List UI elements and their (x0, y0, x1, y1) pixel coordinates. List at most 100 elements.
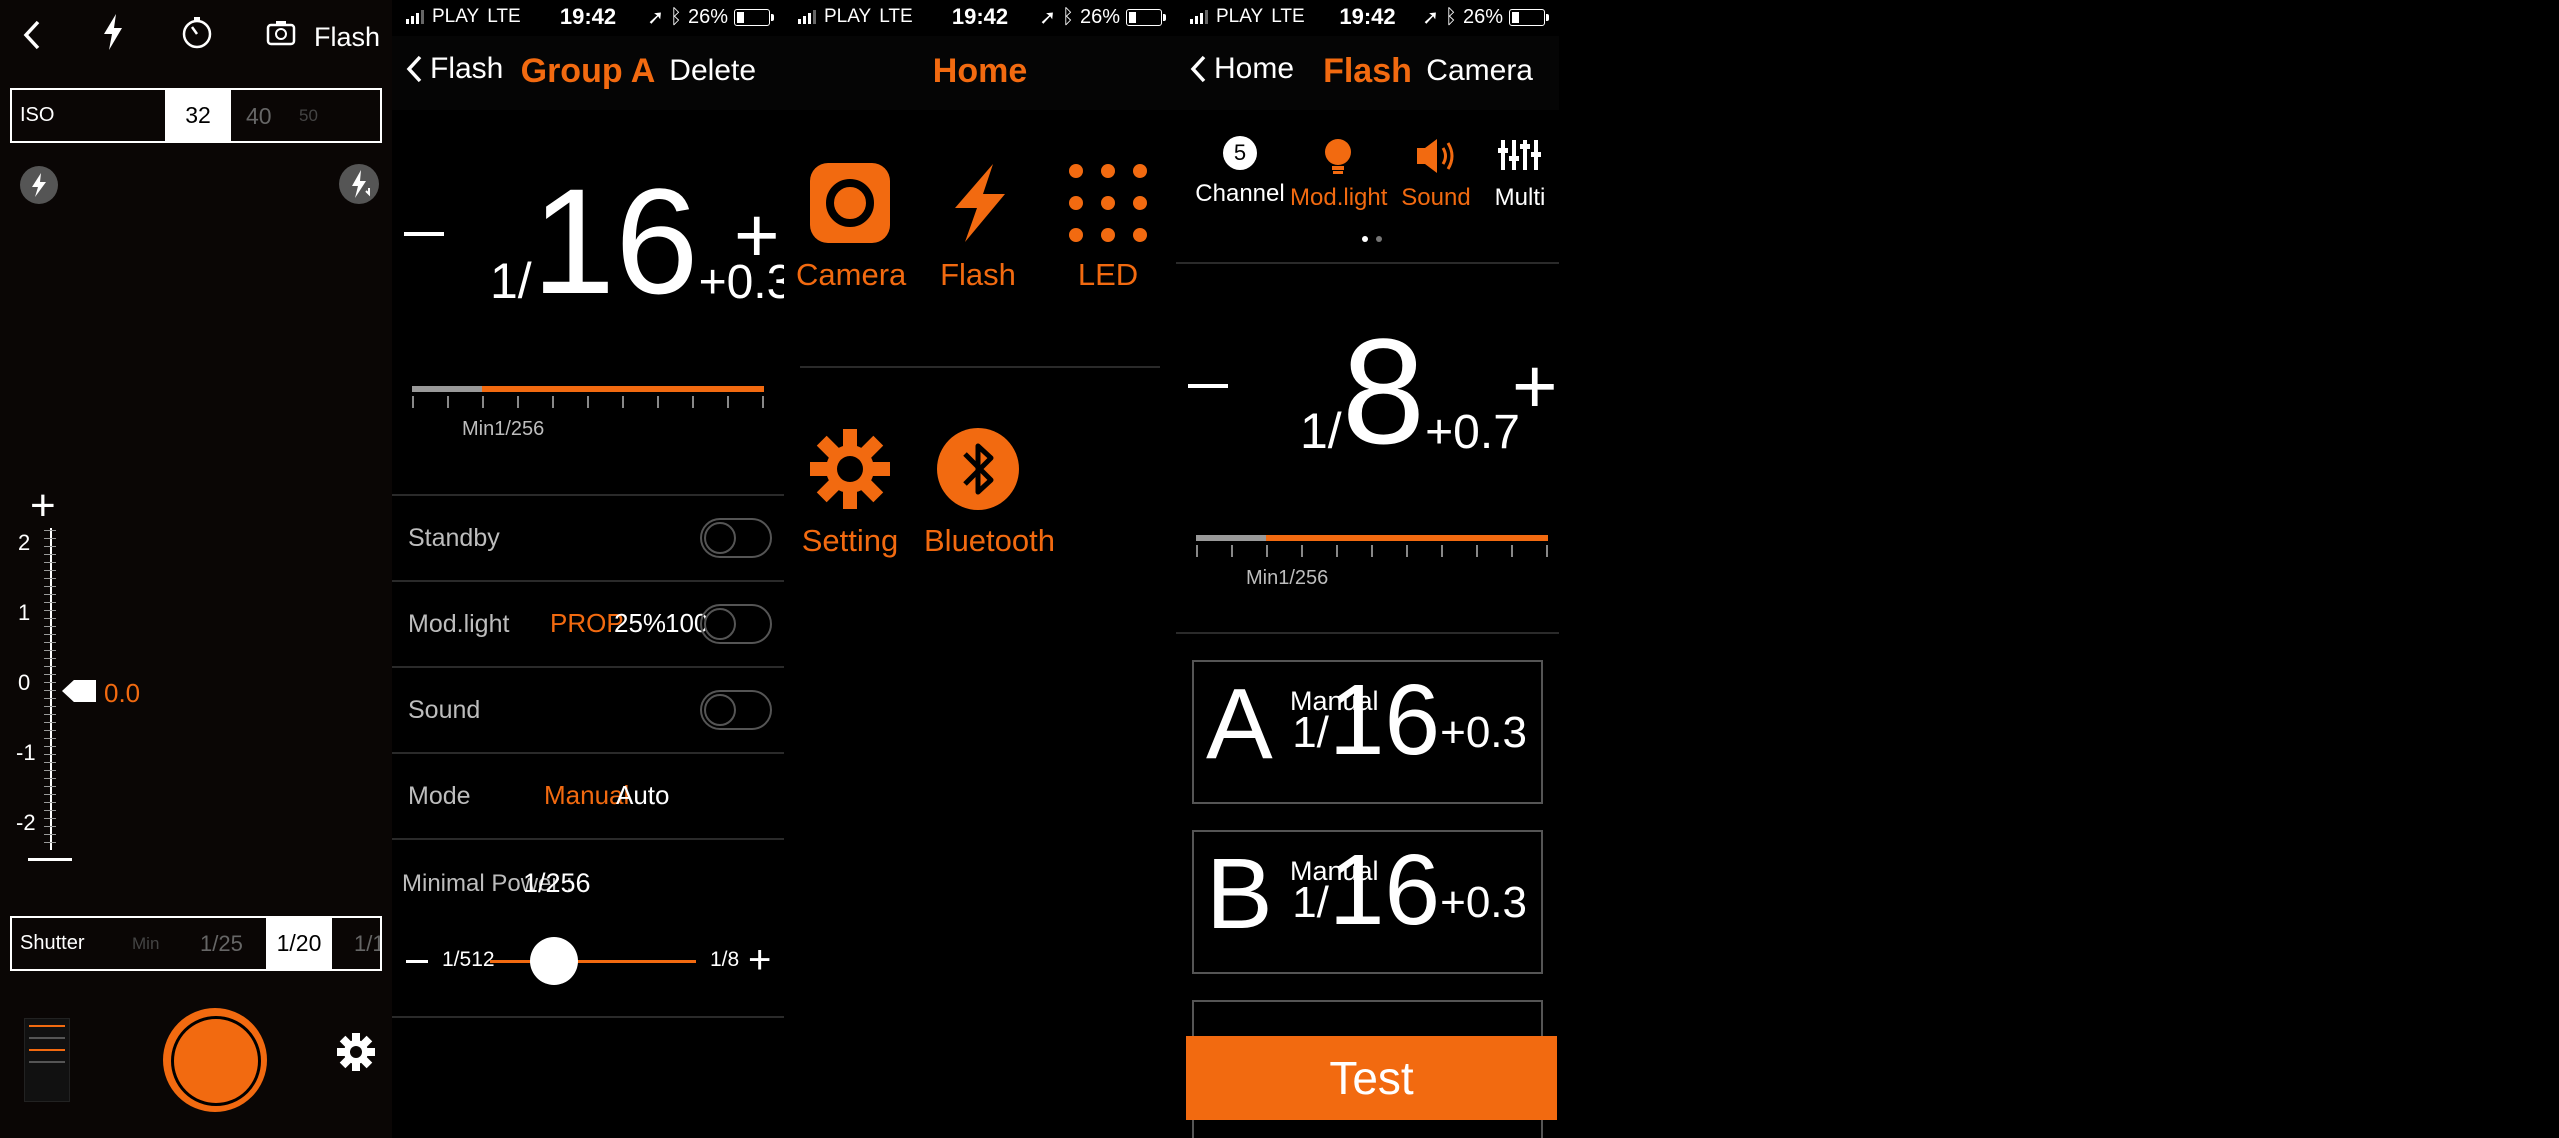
mod-light-label: Mod.light (408, 610, 510, 638)
home-bluetooth-label: Bluetooth (924, 523, 1055, 558)
minimal-power-decrease[interactable] (406, 960, 428, 963)
home-camera[interactable]: Camera (796, 160, 906, 293)
power-scale-ticks (1196, 545, 1548, 557)
battery-percent: 26% (1079, 6, 1120, 28)
back-icon[interactable] (22, 18, 42, 57)
shutter-value[interactable]: Min (132, 934, 159, 954)
timer-icon[interactable] (180, 16, 214, 55)
group-power-value: 16 (1328, 834, 1441, 946)
ev-label: -2 (16, 810, 36, 835)
group-letter: B (1206, 838, 1273, 950)
iso-value[interactable]: 40 (246, 103, 272, 130)
iso-value[interactable]: 50 (299, 106, 318, 126)
toolbar-channel[interactable]: 5 Channel (1192, 136, 1288, 208)
minimal-power-increase[interactable]: + (748, 938, 771, 983)
power-scale-track[interactable] (412, 386, 764, 392)
home-setting[interactable]: Setting (796, 426, 904, 559)
shutter-value-selected[interactable]: 1/20 (266, 918, 332, 969)
switch-camera-icon[interactable] (266, 18, 296, 53)
ev-indicator[interactable] (62, 680, 96, 702)
plus-icon[interactable]: + (30, 484, 56, 528)
power-scale-inactive (412, 386, 482, 392)
scale-divider (1176, 632, 1559, 634)
gear-icon[interactable] (334, 1030, 378, 1079)
camera-button[interactable]: Camera (1426, 54, 1533, 88)
home-flash[interactable]: Flash (924, 160, 1032, 293)
shutter-label: Shutter (20, 932, 85, 954)
power-ev: +0.7 (1425, 406, 1520, 459)
camera-screen: Flash ISO 32 40 50 + 2 1 0 -1 -2 0.0 Shu… (0, 0, 392, 1138)
power-scale-inactive (1196, 535, 1266, 541)
slider-min-label: 1/512 (442, 948, 495, 971)
sound-toggle[interactable] (700, 690, 772, 730)
camera-icon (810, 163, 890, 243)
slider-thumb[interactable] (530, 937, 579, 985)
group-letter: A (1206, 668, 1273, 780)
power-prefix: 1/ (490, 253, 532, 309)
ev-scale[interactable]: + 2 1 0 -1 -2 0.0 (0, 484, 140, 870)
toolbar-multi[interactable]: Multi (1472, 136, 1559, 212)
status-bar: PLAY LTE 19:42 ➚ ᛒ 26% (784, 0, 1176, 36)
increase-power-button[interactable]: + (1512, 347, 1558, 425)
bluetooth-icon (937, 428, 1019, 510)
decrease-power-button[interactable] (404, 232, 444, 236)
group-power-ev: +0.3 (1440, 708, 1527, 757)
group-card-a[interactable]: A Manual 1/ 16 +0.3 (1192, 660, 1543, 804)
home-flash-label: Flash (940, 257, 1016, 292)
home-led[interactable]: LED (1054, 160, 1162, 293)
mod-light-prop[interactable]: PROP (550, 608, 624, 639)
toolbar-divider (1176, 262, 1559, 264)
flash-bolt-icon[interactable] (100, 12, 126, 57)
minimal-power-slider[interactable] (490, 937, 696, 985)
shutter-value[interactable]: 1/15 (354, 931, 380, 957)
group-card-b[interactable]: B Manual 1/ 16 +0.3 (1192, 830, 1543, 974)
mode-row: Mode Manual Auto (392, 752, 784, 840)
flash-label[interactable]: Flash (314, 22, 380, 53)
nav-bar: Home (784, 36, 1176, 110)
mod-light-row: Mod.light PROP 25% 100% (392, 580, 784, 668)
mod-light-toggle[interactable] (700, 604, 772, 644)
flash-mode-icon[interactable] (20, 166, 58, 204)
ev-tick-minor (44, 530, 56, 848)
flash-sync-icon[interactable] (339, 164, 379, 204)
scale-min-label: Min1/256 (462, 418, 545, 440)
power-display: 1/ 8 +0.7 (1300, 316, 1520, 466)
channel-value: 5 (1223, 136, 1257, 170)
mod-light-25[interactable]: 25% (614, 608, 666, 639)
toolbar-sound[interactable]: Sound (1388, 136, 1484, 212)
sound-label: Sound (408, 696, 481, 724)
shutter-button[interactable] (163, 1008, 267, 1112)
home-screen: PLAY LTE 19:42 ➚ ᛒ 26% Home Camera Flash LE… (784, 0, 1176, 1138)
test-button[interactable]: Test (1186, 1036, 1557, 1120)
decrease-power-button[interactable] (1188, 384, 1228, 388)
toolbar-mod-light[interactable]: Mod.light (1290, 136, 1387, 212)
mode-auto[interactable]: Auto (616, 780, 670, 811)
increase-power-button[interactable]: + (734, 196, 780, 274)
page-title: Home (932, 52, 1028, 90)
power-prefix: 1/ (1300, 403, 1342, 459)
iso-value-selected[interactable]: 32 (165, 90, 231, 141)
delete-button[interactable]: Delete (669, 54, 756, 88)
group-power-prefix: 1/ (1292, 878, 1329, 927)
standby-toggle[interactable] (700, 518, 772, 558)
bluetooth-icon: ᛒ (1444, 6, 1457, 28)
battery-icon (734, 9, 774, 26)
home-bluetooth[interactable]: Bluetooth (924, 426, 1055, 559)
shutter-value[interactable]: 1/25 (200, 931, 243, 957)
location-icon: ➚ (1039, 7, 1056, 29)
power-scale-track[interactable] (1196, 535, 1548, 541)
multi-flash-icon (1498, 140, 1541, 170)
home-divider (800, 366, 1160, 368)
home-setting-label: Setting (801, 523, 899, 558)
mode-label: Mode (408, 782, 471, 810)
location-icon: ➚ (1422, 7, 1439, 29)
minus-icon[interactable] (28, 858, 72, 861)
group-power-prefix: 1/ (1292, 708, 1329, 757)
power-value: 8 (1341, 307, 1426, 475)
channel-label: Channel (1195, 180, 1285, 207)
iso-bar: ISO 32 40 50 (10, 88, 382, 143)
gallery-thumbnail[interactable] (24, 1018, 70, 1102)
battery-percent: 26% (1462, 6, 1503, 28)
location-icon: ➚ (647, 7, 664, 29)
slider-max-label: 1/8 (710, 948, 740, 971)
